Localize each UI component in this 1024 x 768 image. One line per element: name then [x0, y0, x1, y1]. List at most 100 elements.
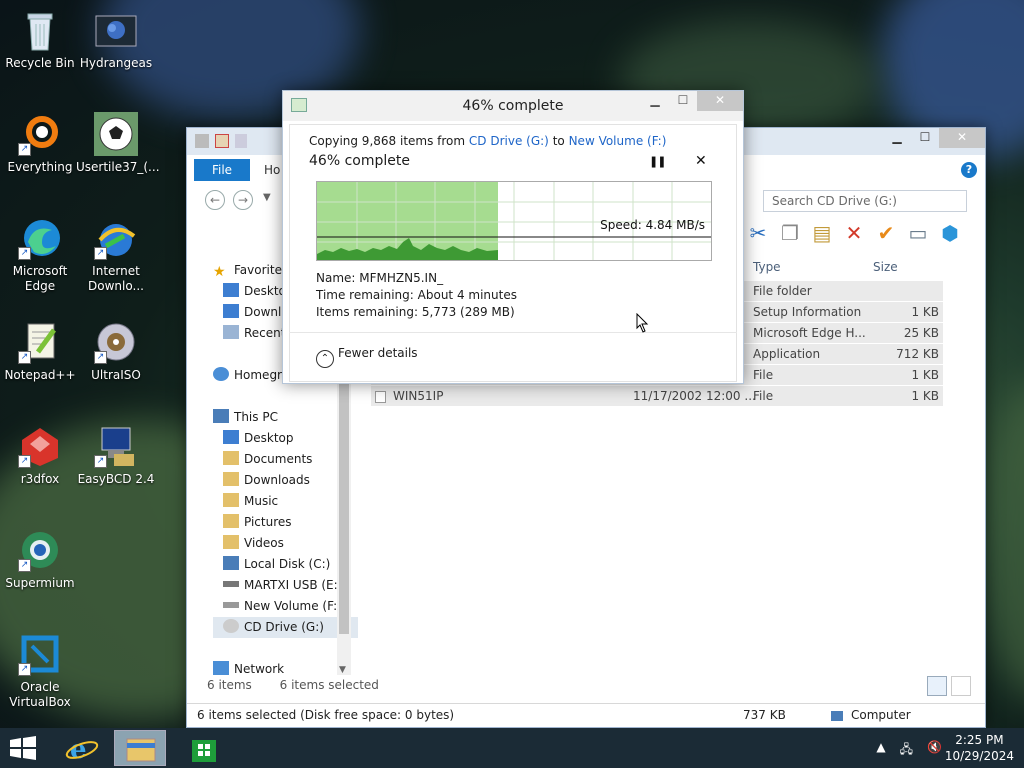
desktop-icon-label: Usertile37_(... — [76, 160, 160, 174]
tab-home[interactable]: Ho — [264, 163, 280, 177]
fewer-details-button[interactable]: ⌃ Fewer details — [316, 346, 418, 368]
cancel-copy-button[interactable]: ✕ — [695, 153, 707, 169]
forward-button[interactable]: → — [233, 190, 253, 210]
table-row[interactable]: WIN51IP 11/17/2002 12:00 ... File 1 KB — [371, 386, 943, 407]
copy-progress-dialog[interactable]: 46% complete ▁ ☐ ✕ Copying 9,868 items f… — [282, 90, 744, 384]
desktop-icon-ultraiso[interactable]: ↗ UltraISO — [76, 320, 156, 383]
copy-summary-to: to — [552, 134, 565, 148]
file-type: File folder — [753, 284, 812, 298]
downloads-folder-icon — [223, 472, 239, 486]
maximize-button[interactable]: ☐ — [669, 91, 697, 111]
rename-icon[interactable] — [235, 134, 247, 148]
network-icon[interactable]: 🖧 — [900, 740, 913, 761]
dialog-title: 46% complete — [462, 98, 564, 114]
large-icons-view-icon[interactable] — [951, 676, 971, 696]
clock[interactable]: 2:25 PM 10/29/2024 — [945, 732, 1014, 764]
minimize-button[interactable]: ▁ — [641, 91, 669, 111]
recycle-bin-icon — [18, 8, 62, 52]
sidebar-item-label: Music — [244, 494, 279, 508]
desktop-icon-r3dfox[interactable]: ↗ r3dfox — [0, 424, 80, 487]
file-type: File — [753, 368, 774, 382]
time-remaining-info: Time remaining: About 4 minutes — [316, 288, 517, 302]
sidebar-item-label: Recent — [244, 326, 286, 340]
desktop-icon-usertile[interactable]: Usertile37_(... — [76, 112, 160, 175]
desktop-icon-label: UltraISO — [91, 368, 141, 382]
taskbar-internet-explorer[interactable]: e — [56, 730, 108, 766]
dialog-divider — [289, 332, 737, 333]
desktop-icon-supermium[interactable]: ↗ Supermium — [0, 528, 80, 591]
delete-icon[interactable]: ✕ — [841, 220, 867, 246]
scroll-down-icon[interactable]: ▼ — [339, 665, 346, 675]
desktop-icon-label: Notepad++ — [4, 368, 76, 382]
chevron-up-icon: ⌃ — [316, 350, 334, 368]
desktop-icon-hydrangeas[interactable]: Hydrangeas — [76, 8, 156, 71]
desktop-icon-recycle-bin[interactable]: Recycle Bin — [0, 8, 80, 71]
shortcut-arrow-icon: ↗ — [94, 247, 107, 260]
file-icon — [375, 391, 386, 403]
start-button[interactable] — [8, 736, 38, 760]
disc-icon: ↗ — [94, 320, 138, 364]
file-type: Application — [753, 347, 821, 361]
desktop-icon-oracle-virtualbox[interactable]: ↗ Oracle VirtualBox — [0, 632, 80, 710]
paste-icon[interactable]: ▤ — [809, 220, 835, 246]
items-selected: 6 items selected — [279, 678, 379, 692]
quick-access-toolbar — [195, 134, 247, 148]
rename-icon[interactable]: ▭ — [905, 220, 931, 246]
items-remaining-label: Items remaining: — [316, 305, 419, 319]
computer-icon — [831, 711, 843, 721]
pause-button[interactable]: ❚❚ — [649, 155, 666, 168]
details-view-icon[interactable] — [927, 676, 947, 696]
time-remaining-label: Time remaining: — [316, 288, 414, 302]
back-button[interactable]: ← — [205, 190, 225, 210]
dialog-titlebar[interactable]: 46% complete ▁ ☐ ✕ — [283, 91, 743, 121]
desktop-icon-label: Hydrangeas — [79, 56, 153, 70]
taskbar-file-explorer[interactable] — [114, 730, 166, 766]
properties-icon[interactable]: ⬢ — [937, 220, 963, 246]
virtualbox-icon: ↗ — [18, 632, 62, 676]
column-header-type[interactable]: Type — [753, 256, 781, 278]
checkmark-icon[interactable]: ✔ — [873, 220, 899, 246]
explorer-toolbar: ✂ ❐ ▤ ✕ ✔ ▭ ⬢ — [745, 220, 963, 246]
recent-locations-chevron-icon[interactable]: ▼ — [263, 192, 271, 203]
column-header-size[interactable]: Size — [873, 256, 898, 278]
copy-progress-icon — [291, 98, 307, 112]
close-button[interactable]: ✕ — [939, 128, 985, 148]
file-type: Setup Information — [753, 305, 862, 319]
desktop-icon-label: Oracle VirtualBox — [9, 680, 71, 709]
sidebar-item-label: Network — [234, 662, 285, 676]
file-name: WIN51IP — [393, 389, 444, 403]
taskbar-store[interactable] — [178, 730, 230, 766]
sidebar-item-label: Local Disk (C:) — [244, 557, 331, 571]
properties-icon[interactable] — [195, 134, 209, 148]
close-button[interactable]: ✕ — [697, 91, 743, 111]
transfer-speed-graph: Speed: 4.84 MB/s — [316, 181, 712, 261]
new-folder-icon[interactable] — [215, 134, 229, 148]
speed-label: Speed: 4.84 MB/s — [600, 218, 705, 232]
notepad-plus-plus-icon: ↗ — [18, 320, 62, 364]
file-date: 11/17/2002 12:00 ... — [633, 389, 756, 403]
destination-link[interactable]: New Volume (F:) — [569, 134, 667, 148]
copy-icon[interactable]: ❐ — [777, 220, 803, 246]
desktop-icon-internet-download-manager[interactable]: ↗ Internet Downlo... — [76, 216, 156, 294]
shortcut-arrow-icon: ↗ — [18, 143, 31, 156]
source-link[interactable]: CD Drive (G:) — [469, 134, 549, 148]
search-input[interactable]: Search CD Drive (G:) — [763, 190, 967, 212]
help-icon[interactable]: ? — [961, 162, 977, 178]
view-buttons — [927, 676, 971, 696]
maximize-button[interactable]: ☐ — [911, 128, 939, 148]
status-size: 737 KB — [743, 708, 786, 722]
minimize-button[interactable]: ▁ — [883, 128, 911, 148]
cut-icon[interactable]: ✂ — [745, 220, 771, 246]
status-selection: 6 items selected (Disk free space: 0 byt… — [197, 708, 455, 722]
desktop-icon-everything[interactable]: ↗ Everything — [0, 112, 80, 175]
desktop-icon-easybcd[interactable]: ↗ EasyBCD 2.4 — [76, 424, 156, 487]
pictures-folder-icon — [223, 514, 239, 528]
shortcut-arrow-icon: ↗ — [18, 455, 31, 468]
volume-muted-icon[interactable]: 🔇 — [927, 740, 942, 761]
tab-file[interactable]: File — [194, 159, 250, 181]
show-hidden-icons-icon[interactable]: ▲ — [876, 740, 885, 761]
shortcut-arrow-icon: ↗ — [94, 351, 107, 364]
usb-drive-icon — [223, 581, 239, 587]
desktop-icon-microsoft-edge[interactable]: ↗ Microsoft Edge — [0, 216, 80, 294]
desktop-icon-notepad-plus-plus[interactable]: ↗ Notepad++ — [0, 320, 80, 383]
